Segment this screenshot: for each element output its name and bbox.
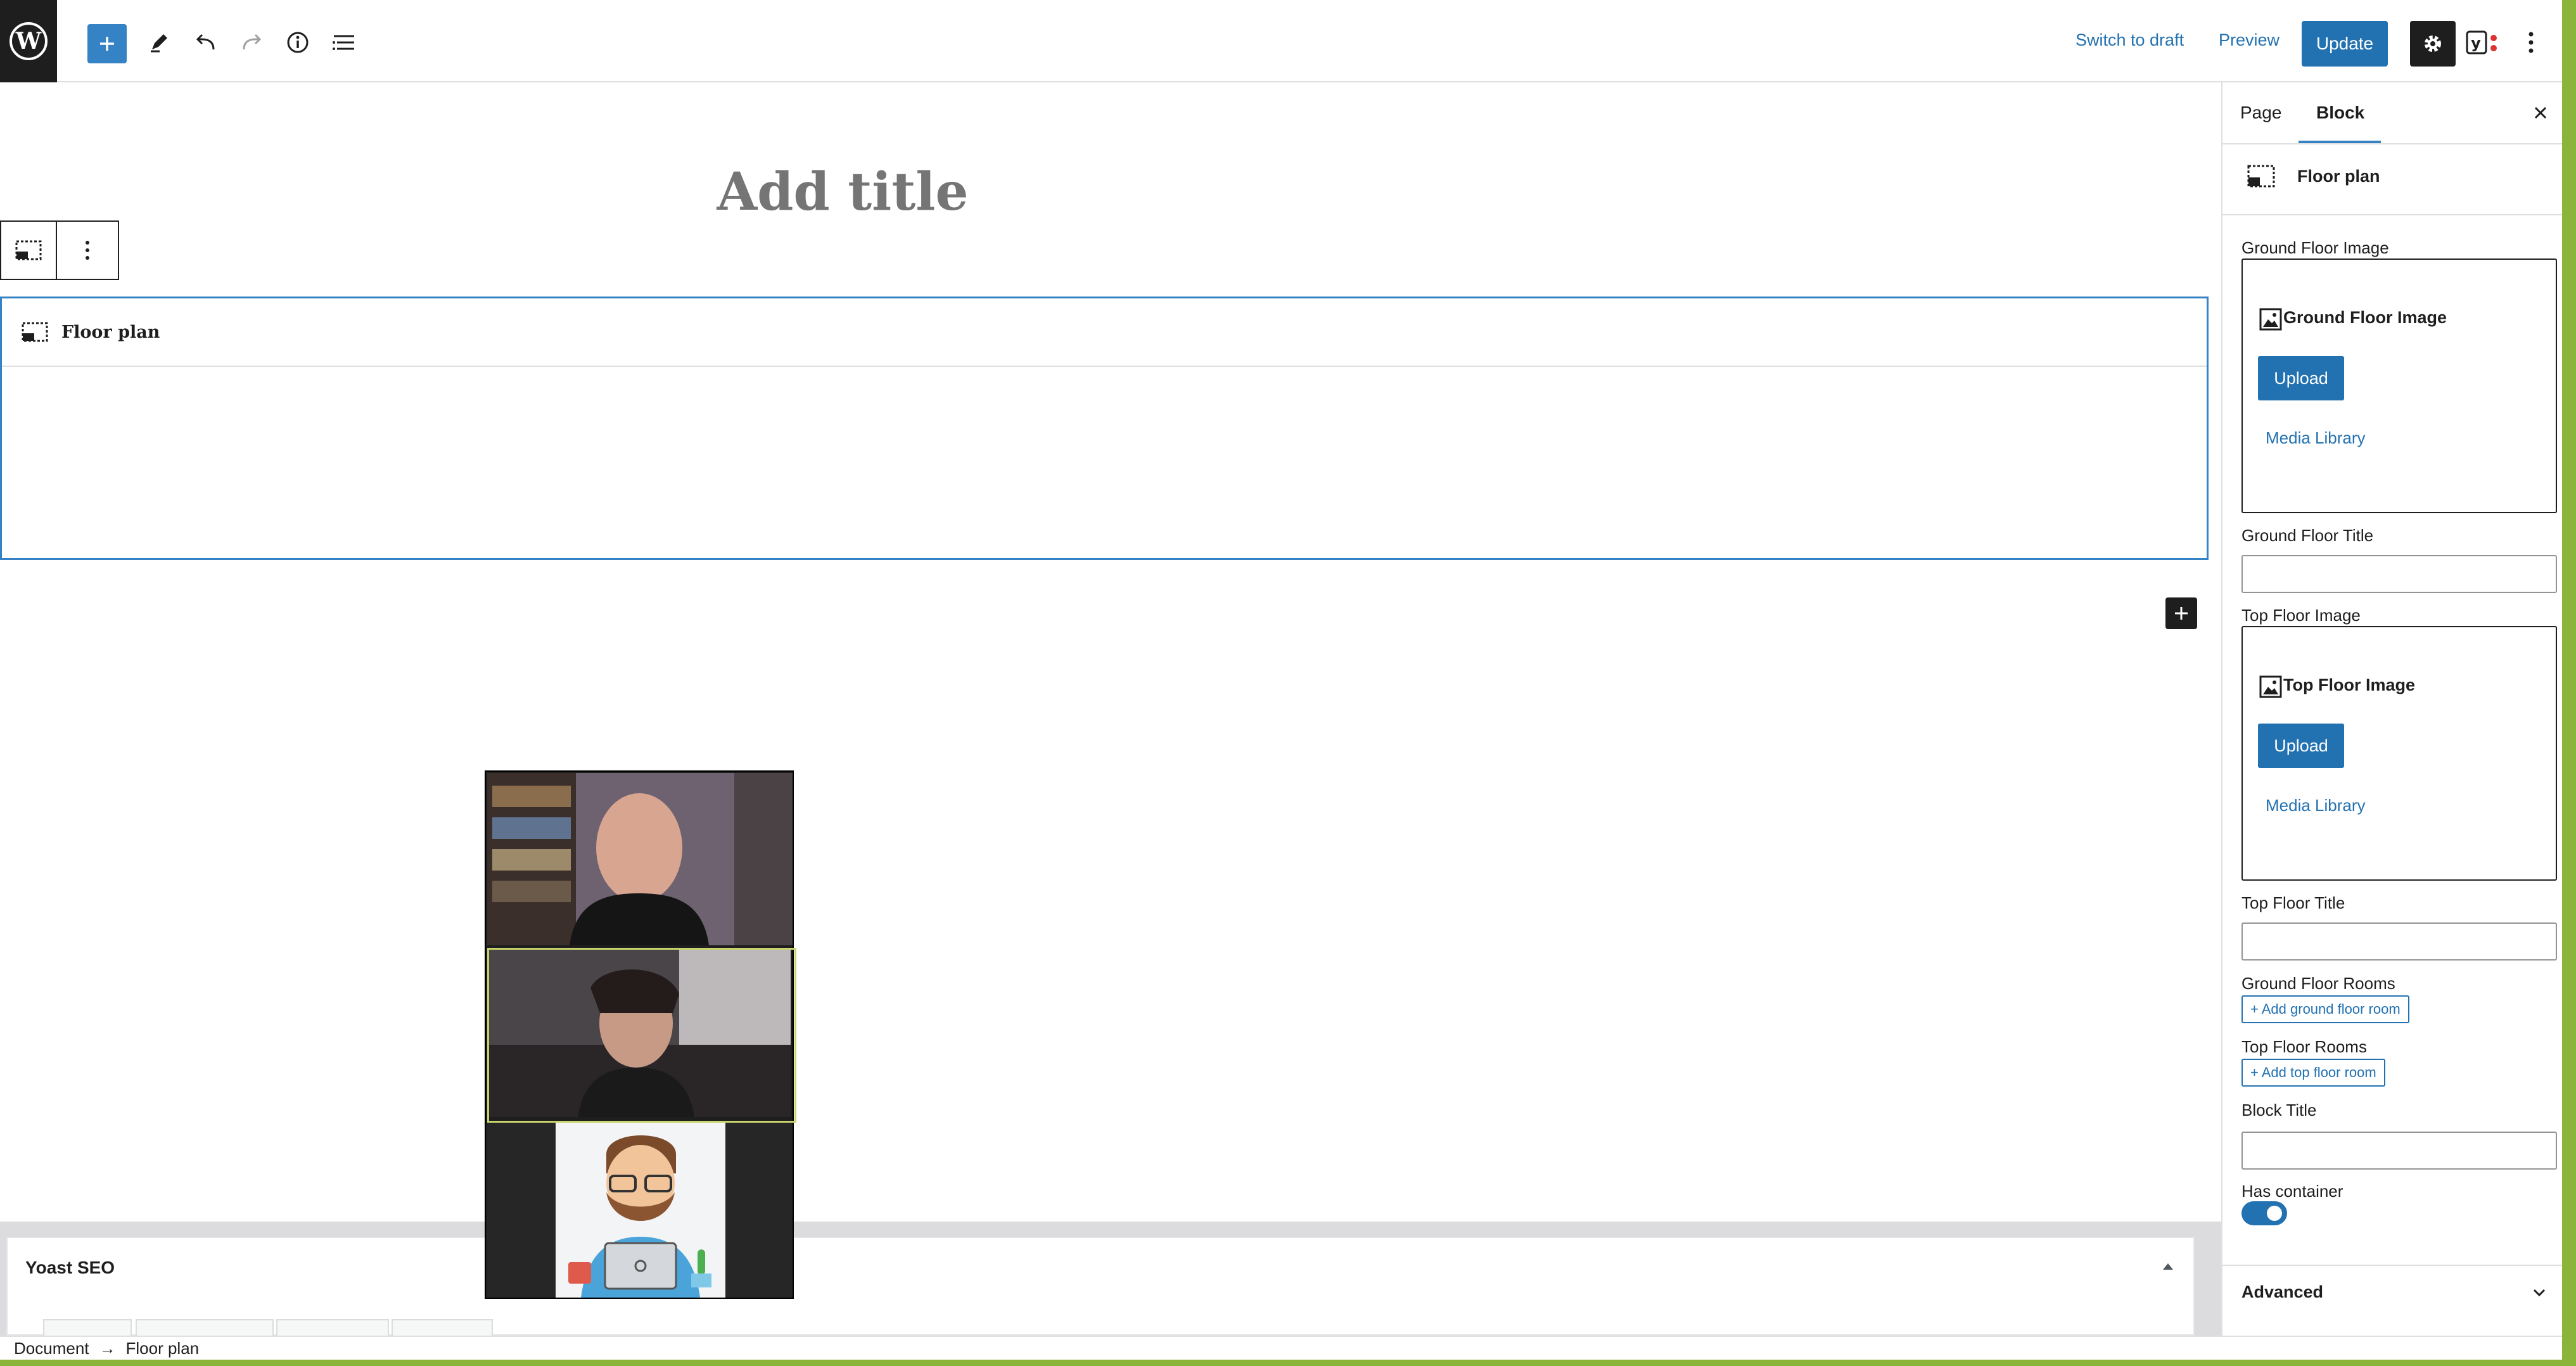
ground-floor-image-upload: Ground Floor Image Upload Media Library bbox=[2241, 259, 2557, 513]
block-options-icon[interactable] bbox=[57, 222, 118, 279]
yoast-tab-social[interactable] bbox=[392, 1319, 493, 1337]
yoast-logo-icon[interactable]: y bbox=[2466, 28, 2499, 57]
participant-video-3 bbox=[487, 1123, 793, 1298]
participant-video-1 bbox=[487, 773, 793, 945]
ground-floor-rooms-label: Ground Floor Rooms bbox=[2241, 974, 2395, 993]
redo-icon[interactable] bbox=[234, 25, 269, 60]
floor-plan-block[interactable]: Floor plan bbox=[0, 297, 2209, 560]
top-floor-title-label: Top Floor Title bbox=[2241, 893, 2345, 912]
more-options-icon[interactable] bbox=[2522, 28, 2541, 57]
block-toolbar bbox=[0, 220, 119, 280]
preview-button[interactable]: Preview bbox=[2219, 30, 2280, 50]
post-title-input[interactable]: Add title bbox=[570, 162, 1115, 222]
list-view-icon[interactable] bbox=[327, 25, 361, 60]
participant-video-2 bbox=[487, 948, 796, 1123]
yoast-tab-schema[interactable] bbox=[276, 1319, 389, 1337]
ground-floor-title-input[interactable] bbox=[2241, 555, 2557, 593]
floor-plan-block-icon bbox=[21, 321, 49, 343]
window-frame-edge bbox=[2562, 0, 2576, 1366]
image-placeholder-icon bbox=[2259, 675, 2282, 698]
yoast-tab-readability[interactable] bbox=[136, 1319, 274, 1337]
block-breadcrumb: Document → Floor plan bbox=[0, 1336, 2562, 1360]
details-info-icon[interactable] bbox=[281, 25, 315, 60]
block-title-input[interactable] bbox=[2241, 1132, 2557, 1170]
wordpress-logo-icon[interactable]: W bbox=[0, 0, 57, 82]
collapse-caret-icon[interactable] bbox=[2160, 1260, 2176, 1272]
video-call-overlay[interactable] bbox=[485, 770, 796, 1299]
ground-floor-title-label: Ground Floor Title bbox=[2241, 526, 2374, 545]
add-top-floor-room-button[interactable]: + Add top floor room bbox=[2241, 1059, 2385, 1087]
floor-plan-block-title: Floor plan bbox=[61, 322, 160, 342]
top-floor-image-upload: Top Floor Image Upload Media Library bbox=[2241, 626, 2557, 881]
has-container-label: Has container bbox=[2241, 1182, 2343, 1201]
has-container-toggle[interactable] bbox=[2241, 1201, 2287, 1225]
block-type-floor-plan-icon[interactable] bbox=[1, 222, 57, 279]
block-title-label: Block Title bbox=[2241, 1101, 2317, 1120]
tab-block[interactable]: Block bbox=[2316, 103, 2364, 123]
yoast-tab-seo[interactable] bbox=[43, 1319, 132, 1337]
ground-floor-upload-button[interactable]: Upload bbox=[2258, 356, 2344, 400]
tab-page[interactable]: Page bbox=[2240, 103, 2281, 123]
top-floor-upload-button[interactable]: Upload bbox=[2258, 724, 2344, 768]
advanced-panel-toggle[interactable]: Advanced bbox=[2241, 1282, 2323, 1302]
window-frame-bottom bbox=[0, 1360, 2576, 1366]
top-floor-image-label: Top Floor Image bbox=[2241, 606, 2361, 625]
chevron-down-icon[interactable] bbox=[2530, 1284, 2548, 1301]
toggle-knob bbox=[2267, 1206, 2282, 1221]
top-floor-title-input[interactable] bbox=[2241, 922, 2557, 961]
add-ground-floor-room-button[interactable]: + Add ground floor room bbox=[2241, 995, 2409, 1023]
svg-text:y: y bbox=[2471, 34, 2481, 52]
ground-floor-media-library-link[interactable]: Media Library bbox=[2266, 428, 2366, 448]
yoast-seo-title[interactable]: Yoast SEO bbox=[25, 1258, 115, 1278]
advanced-divider bbox=[2222, 1265, 2562, 1266]
top-floor-rooms-label: Top Floor Rooms bbox=[2241, 1037, 2367, 1056]
undo-icon[interactable] bbox=[189, 25, 223, 60]
avatar-illustration bbox=[556, 1123, 725, 1298]
switch-to-draft-button[interactable]: Switch to draft bbox=[2075, 30, 2184, 50]
image-placeholder-icon bbox=[2259, 308, 2282, 331]
floor-plan-block-card-icon bbox=[2247, 163, 2276, 189]
edit-pencil-icon[interactable] bbox=[142, 25, 176, 60]
breadcrumb-document[interactable]: Document bbox=[14, 1339, 89, 1358]
settings-gear-icon[interactable] bbox=[2410, 21, 2456, 67]
ground-floor-image-title: Ground Floor Image bbox=[2283, 308, 2447, 327]
top-floor-image-title: Top Floor Image bbox=[2283, 675, 2415, 694]
tabs-divider bbox=[2222, 143, 2562, 144]
block-card-title: Floor plan bbox=[2297, 167, 2380, 186]
top-floor-media-library-link[interactable]: Media Library bbox=[2266, 796, 2366, 815]
close-sidebar-icon[interactable] bbox=[2532, 104, 2549, 122]
floor-plan-block-header: Floor plan bbox=[2, 298, 2207, 367]
block-card-divider bbox=[2222, 214, 2562, 215]
ground-floor-image-label: Ground Floor Image bbox=[2241, 238, 2389, 257]
block-inserter-button[interactable] bbox=[87, 24, 127, 63]
add-block-button[interactable] bbox=[2165, 597, 2197, 629]
svg-text:W: W bbox=[15, 28, 42, 54]
breadcrumb-arrow-icon: → bbox=[99, 1338, 116, 1358]
update-button[interactable]: Update bbox=[2302, 21, 2388, 67]
breadcrumb-floor-plan[interactable]: Floor plan bbox=[126, 1339, 200, 1358]
